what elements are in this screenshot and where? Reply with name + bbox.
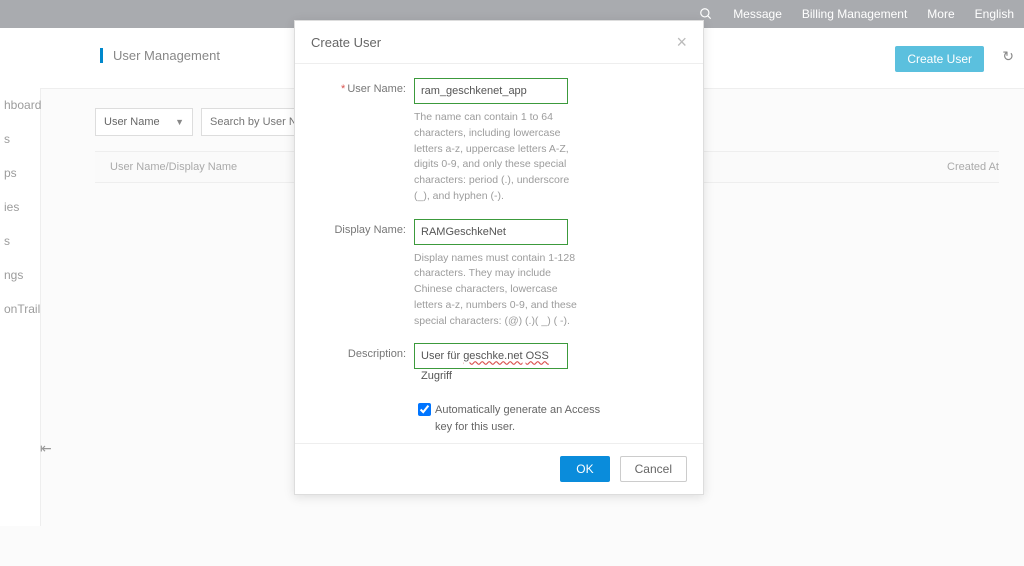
display-name-hint: Display names must contain 1-128 charact…: [414, 251, 584, 330]
auto-generate-key-label: Automatically generate an Access key for…: [435, 402, 615, 435]
description-label: Description:: [348, 348, 406, 360]
create-user-modal: Create User × *User Name: The name can c…: [294, 20, 704, 495]
username-hint: The name can contain 1 to 64 characters,…: [414, 110, 584, 205]
modal-title: Create User: [311, 35, 381, 50]
display-name-input[interactable]: [414, 219, 568, 245]
ok-button[interactable]: OK: [560, 456, 609, 482]
close-icon[interactable]: ×: [676, 33, 687, 51]
modal-overlay: Create User × *User Name: The name can c…: [0, 0, 1024, 526]
auto-generate-key-checkbox[interactable]: [418, 403, 431, 416]
description-input[interactable]: User für geschke.net OSS Zugriff: [414, 343, 568, 369]
cancel-button[interactable]: Cancel: [620, 456, 687, 482]
required-mark: *: [341, 83, 345, 95]
username-input[interactable]: [414, 78, 568, 104]
username-label: User Name:: [347, 83, 406, 95]
display-name-label: Display Name:: [334, 224, 406, 236]
